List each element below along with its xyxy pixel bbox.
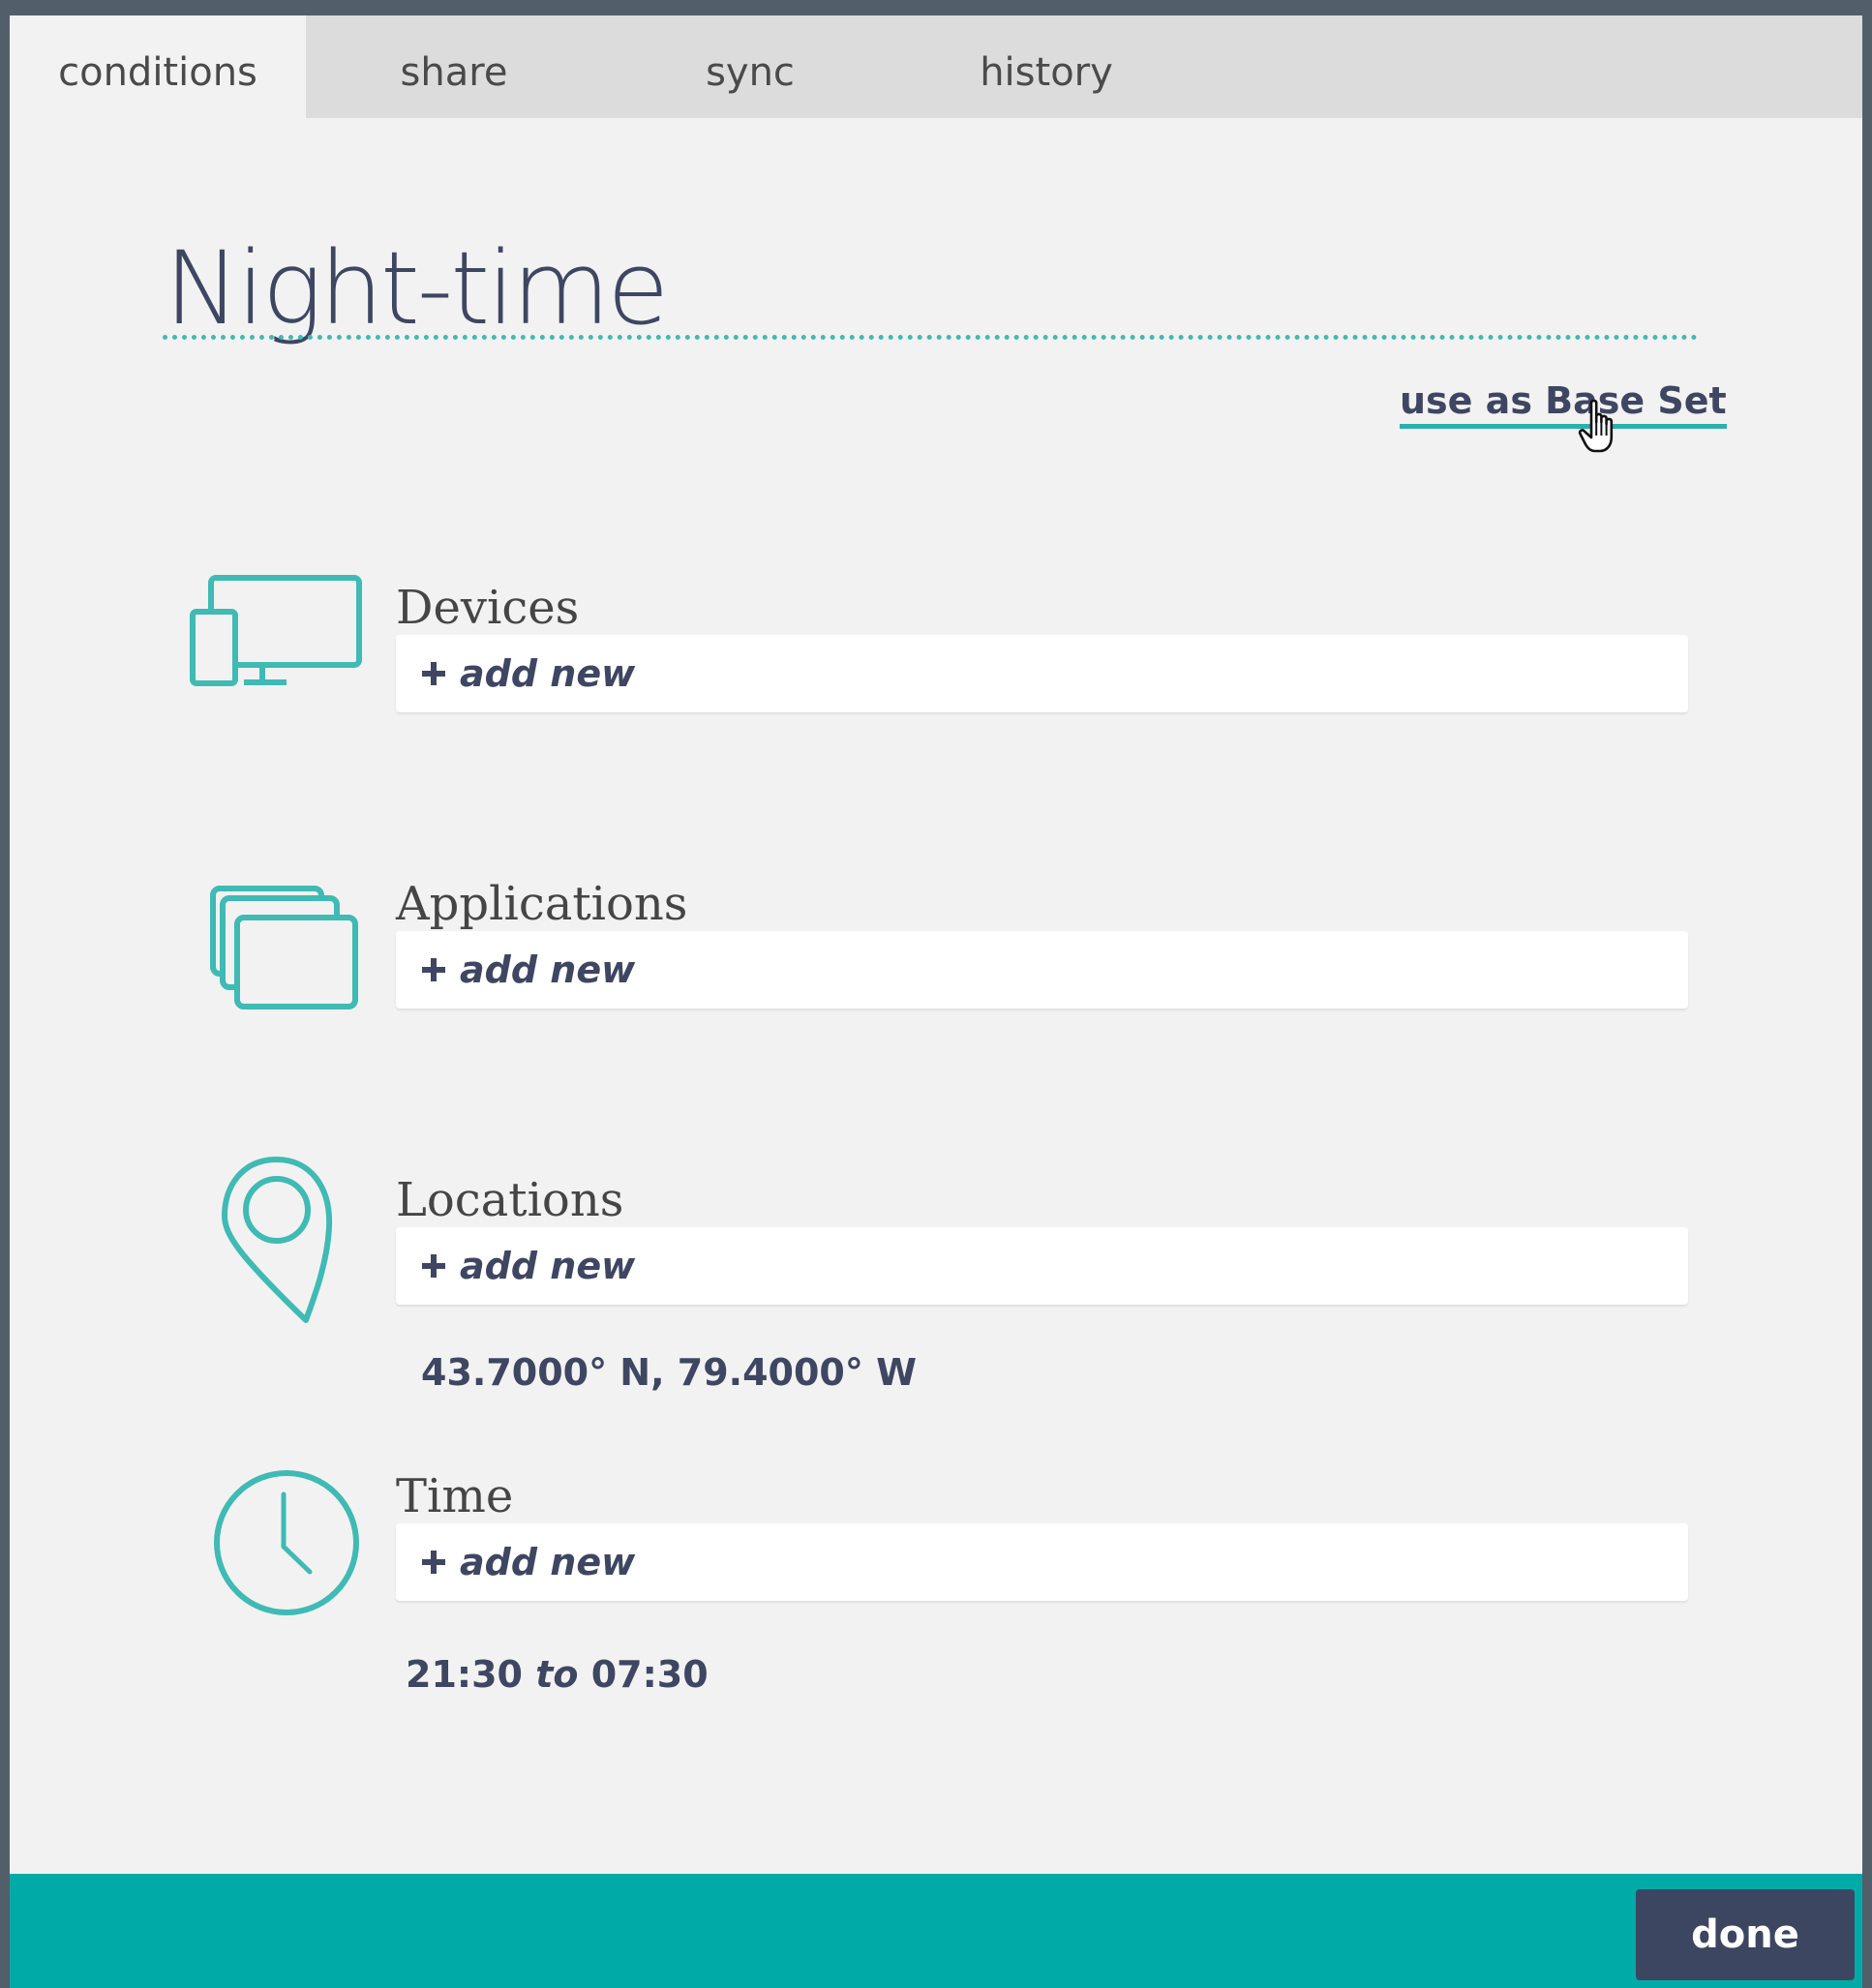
devices-add-new-button[interactable]: add new	[396, 635, 1688, 712]
locations-add-new-button[interactable]: add new	[396, 1227, 1688, 1305]
tab-share[interactable]: share	[306, 15, 602, 118]
add-new-label: add new	[460, 652, 636, 695]
plus-icon	[422, 958, 445, 981]
location-pin-icon	[222, 1157, 333, 1323]
time-to: 07:30	[590, 1653, 709, 1696]
time-label: Time	[396, 1469, 514, 1523]
devices-label: Devices	[396, 581, 580, 635]
time-from: 21:30	[406, 1653, 523, 1696]
applications-label: Applications	[396, 877, 688, 931]
tab-history[interactable]: history	[898, 15, 1194, 118]
location-coordinates[interactable]: 43.7000° N, 79.4000° W	[421, 1351, 917, 1394]
hand-cursor-icon	[1578, 399, 1614, 453]
applications-icon	[210, 886, 358, 1009]
use-as-base-set-link[interactable]: use as Base Set	[1400, 379, 1727, 429]
plus-icon	[422, 1551, 445, 1574]
tab-sync[interactable]: sync	[602, 15, 898, 118]
add-new-label: add new	[460, 1541, 636, 1583]
tab-conditions[interactable]: conditions	[10, 15, 306, 118]
time-separator: to	[535, 1653, 579, 1696]
locations-label: Locations	[396, 1173, 624, 1227]
add-new-label: add new	[460, 949, 636, 991]
plus-icon	[422, 662, 445, 685]
footer-bar	[10, 1874, 1862, 1988]
conditions-window: conditions share sync history Night-time…	[10, 15, 1862, 1988]
title-underline	[163, 335, 1698, 340]
devices-icon	[190, 575, 362, 686]
plus-icon	[422, 1254, 445, 1278]
add-new-label: add new	[460, 1245, 636, 1287]
time-add-new-button[interactable]: add new	[396, 1523, 1688, 1601]
time-range[interactable]: 21:30 to 07:30	[406, 1653, 709, 1696]
page-title[interactable]: Night-time	[165, 238, 669, 339]
clock-icon	[214, 1470, 359, 1615]
applications-add-new-button[interactable]: add new	[396, 931, 1688, 1009]
tab-bar: conditions share sync history	[10, 15, 1862, 118]
done-button[interactable]: done	[1636, 1889, 1855, 1980]
